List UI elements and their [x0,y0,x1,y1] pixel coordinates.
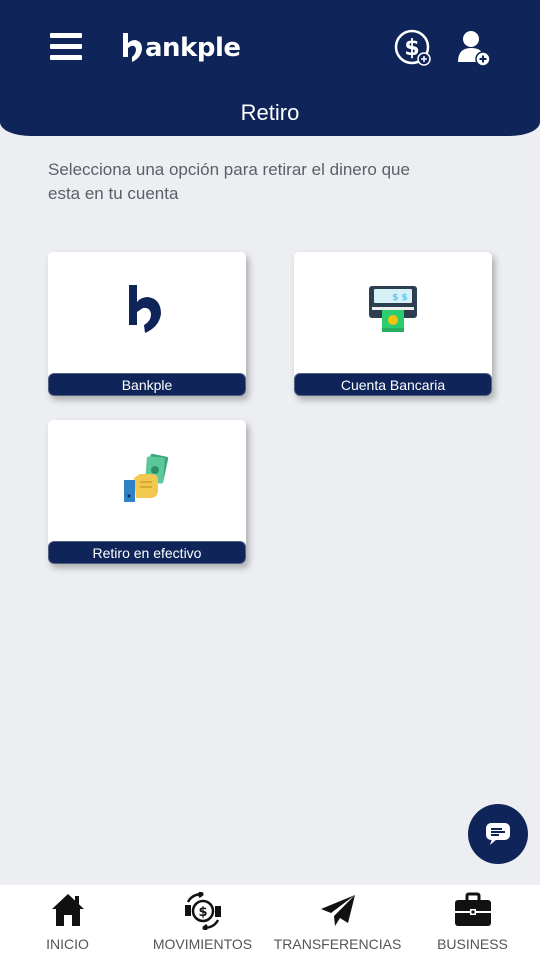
add-user-button[interactable] [456,28,496,68]
option-bankple[interactable]: Bankple [48,252,246,396]
chat-icon [486,823,510,845]
atm-icon: $ $ [369,286,417,332]
option-label: Cuenta Bancaria [294,373,492,396]
svg-text:$: $ [404,36,419,61]
svg-text:$ $: $ $ [392,293,408,303]
briefcase-icon [454,892,491,926]
intro-text: Selecciona una opción para retirar el di… [48,160,410,203]
option-label: Bankple [48,373,246,396]
home-icon [51,894,84,926]
nav-label: MOVIMIENTOS [152,936,253,952]
svg-text:$: $ [198,905,207,920]
nav-transferencias[interactable]: TRANSFERENCIAS [270,885,405,960]
nav-label: BUSINESS [437,936,508,952]
add-money-button[interactable]: $ [394,28,434,68]
option-label: Retiro en efectivo [48,541,246,564]
logo-text: ankple [145,33,241,63]
bottom-nav: INICIO $ MOVIMIENTOS TRANSFERENCIAS BUSI… [0,885,540,960]
bankple-logo: ankple [122,30,241,66]
hamburger-menu-icon[interactable] [50,33,82,61]
bankple-b-icon [123,33,142,62]
page-title: Retiro [240,100,300,125]
nav-label: INICIO [46,936,89,952]
nav-business[interactable]: BUSINESS [405,885,540,960]
paper-plane-icon [320,895,355,926]
chat-button[interactable] [468,804,528,864]
nav-movimientos[interactable]: $ MOVIMIENTOS [135,885,270,960]
option-retiro-efectivo[interactable]: Retiro en efectivo [48,420,246,564]
money-exchange-icon: $ [184,892,221,930]
app-header: ankple $ Retiro [0,0,540,136]
dollar-add-icon: $ [394,29,431,66]
option-cuenta-bancaria[interactable]: $ $ Cuenta Bancaria [294,252,492,396]
nav-inicio[interactable]: INICIO [0,885,135,960]
add-user-icon [458,31,491,67]
nav-label: TRANSFERENCIAS [273,936,402,952]
cash-hand-icon [124,453,169,502]
bankple-logo-icon [129,285,161,333]
